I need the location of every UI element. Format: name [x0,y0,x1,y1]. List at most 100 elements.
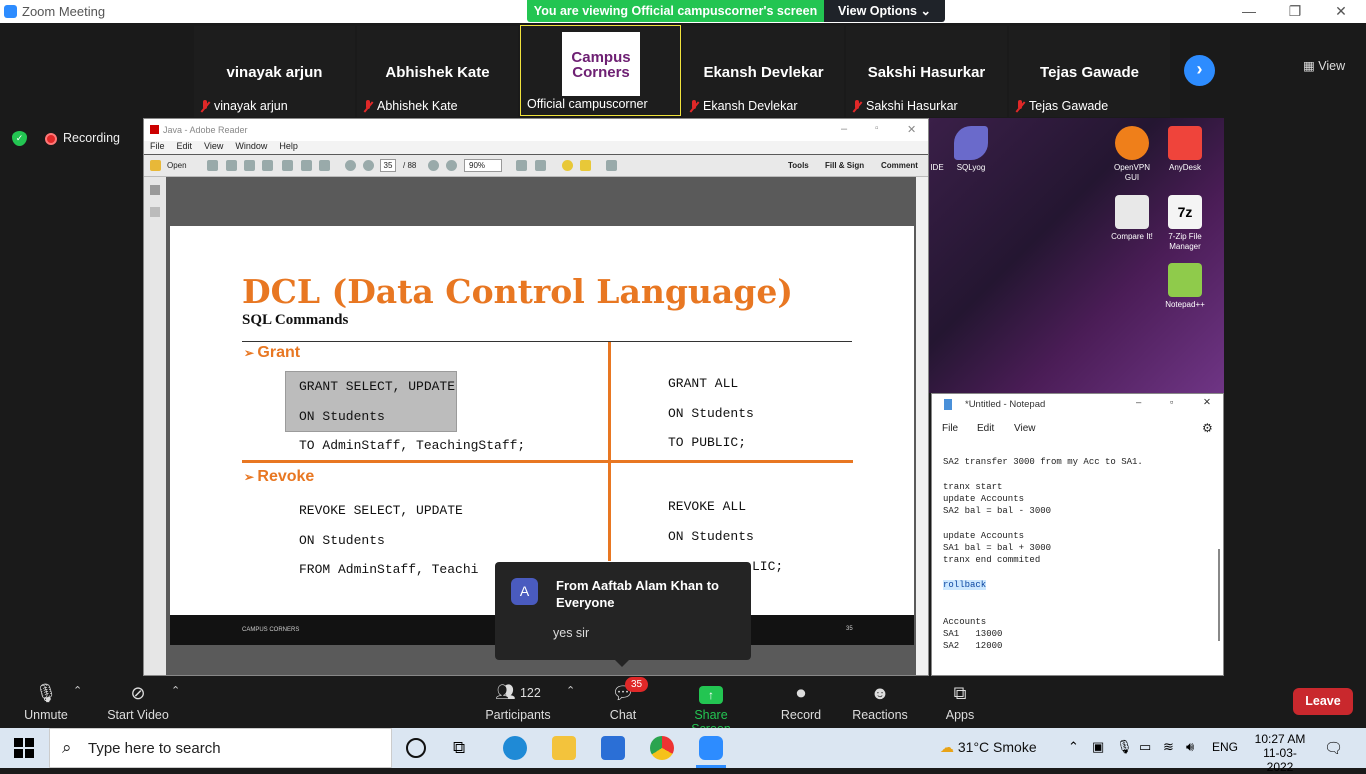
leave-button[interactable]: Leave [1293,688,1353,715]
adobe-title-bar: Java - Adobe Reader – ▫ ✕ [144,119,928,141]
tools-tab[interactable]: Tools [788,161,809,170]
view-button[interactable]: ▦ View [1303,58,1345,73]
reactions-label: Reactions [852,708,908,722]
battery-icon[interactable]: ▭ [1139,739,1151,755]
tray-chevron-icon[interactable]: ⌃ [1068,739,1079,755]
prev-page-icon[interactable] [345,160,356,171]
notepad-minimize-button[interactable]: – [1136,397,1141,408]
language-indicator[interactable]: ENG [1212,740,1238,754]
edge-icon[interactable] [503,736,527,760]
notepad-maximize-button[interactable]: ▫ [1170,397,1173,408]
open-button[interactable]: Open [167,161,187,170]
volume-icon[interactable]: 🔊︎ [1186,739,1194,755]
zoom-out-icon[interactable] [428,160,439,171]
file-explorer-icon[interactable] [552,736,576,760]
edit-icon[interactable] [244,160,255,171]
desktop-icon-7zip[interactable]: 7z 7-Zip File Manager [1160,195,1210,252]
chrome-icon[interactable] [650,736,674,760]
microphone-icon[interactable]: 🎙︎ [1116,739,1133,755]
notepad-menu-view[interactable]: View [1014,423,1036,434]
participant-tile-active-speaker[interactable]: Campus Corners Official campuscorner [520,25,681,116]
wifi-icon[interactable]: ≋ [1163,739,1174,755]
chat-notification-popup[interactable]: A From Aaftab Alam Khan to Everyone yes … [495,562,751,667]
menu-help[interactable]: Help [279,141,298,151]
mail-icon[interactable] [601,736,625,760]
weather-text[interactable]: 31°C Smoke [958,739,1037,755]
open-folder-icon[interactable] [150,160,161,171]
highlight-icon[interactable] [580,160,591,171]
page-number-input[interactable]: 35 [380,159,396,172]
desktop-icon-openvpn[interactable]: OpenVPN GUI [1107,126,1157,183]
menu-file[interactable]: File [150,141,165,151]
attachment-icon[interactable] [150,207,160,217]
desktop-icon-compareit[interactable]: Compare It! [1107,195,1157,242]
meet-now-icon[interactable]: ▣ [1092,739,1104,755]
weather-icon[interactable]: ☁ [940,739,954,755]
zoom-in-icon[interactable] [446,160,457,171]
participant-tile[interactable]: vinayak arjun vinayak arjun [194,26,355,117]
participants-chevron-icon[interactable]: ⌃ [566,684,575,697]
save-icon[interactable] [282,160,293,171]
unmute-button[interactable]: 🎙︎ Unmute [22,682,70,722]
fit-page-icon[interactable] [516,160,527,171]
video-options-chevron-icon[interactable]: ⌃ [171,684,180,697]
notepad-scrollbar[interactable] [1218,549,1220,641]
next-page-arrow-icon[interactable]: › [1184,55,1215,86]
record-button[interactable]: ⏺ Record [779,682,823,722]
pages-icon[interactable] [150,185,160,195]
create-icon[interactable] [207,160,218,171]
view-options-button[interactable]: View Options ⌄ [824,0,945,22]
participants-button[interactable]: 👥︎ 122 Participants [485,682,551,722]
adobe-close-button[interactable]: ✕ [907,123,916,136]
adobe-maximize-button[interactable]: ▫ [875,123,879,134]
participant-tile[interactable]: Tejas Gawade Tejas Gawade [1009,26,1170,117]
fill-sign-tab[interactable]: Fill & Sign [825,161,864,170]
settings-gear-icon[interactable]: ⚙ [1202,421,1213,435]
pdf-slide: DCL (Data Control Language) SQL Commands… [170,226,914,615]
recording-label[interactable]: Recording [63,131,120,145]
adobe-minimize-button[interactable]: – [841,123,847,135]
notepad-text-area[interactable]: SA2 transfer 3000 from my Acc to SA1. tr… [943,456,1143,653]
comment-tab[interactable]: Comment [881,161,918,170]
windows-start-icon[interactable] [14,738,34,758]
maximize-button[interactable]: ❐ [1272,2,1318,22]
print-icon[interactable] [301,160,312,171]
minimize-button[interactable]: — [1226,2,1272,22]
close-button[interactable]: ✕ [1318,2,1364,22]
taskbar-search-box[interactable]: ⌕ Type here to search [49,728,392,768]
desktop-icon-anydesk[interactable]: AnyDesk [1160,126,1210,173]
desktop-icon-sqlyog[interactable]: SQLyog [946,126,996,173]
task-view-icon[interactable]: ⧉ [453,738,465,758]
notepad-menu-edit[interactable]: Edit [977,423,994,434]
export-icon[interactable] [226,160,237,171]
comment-bubble-icon[interactable] [562,160,573,171]
notification-icon[interactable]: 🗨︎ [1324,739,1343,757]
participant-tile[interactable]: Abhishek Kate Abhishek Kate [357,26,518,117]
notepad-close-button[interactable]: ✕ [1203,397,1211,408]
reactions-button[interactable]: ☻ Reactions [852,682,908,722]
audio-options-chevron-icon[interactable]: ⌃ [73,684,82,697]
desktop-icon-label: Notepad++ [1165,300,1205,309]
notepad-text-after: Accounts SA1 13000 SA2 12000 [943,616,1003,652]
apps-button[interactable]: ⧉ Apps [942,682,978,722]
system-tray: ☁ 31°C Smoke [940,739,1170,756]
expand-icon[interactable] [606,160,617,171]
participant-tile[interactable]: Sakshi Hasurkar Sakshi Hasurkar [846,26,1007,117]
meeting-controls: 🎙︎ Unmute ⌃ ⊘ Start Video ⌃ 👥︎ 122 Parti… [0,676,1366,736]
fit-width-icon[interactable] [535,160,546,171]
next-page-icon[interactable] [363,160,374,171]
zoom-taskbar-icon[interactable] [699,736,723,760]
adobe-scrollbar[interactable] [916,177,928,675]
notepad-menu-file[interactable]: File [942,423,958,434]
menu-view[interactable]: View [204,141,223,151]
desktop-icon-notepadpp[interactable]: Notepad++ [1160,263,1210,310]
email-icon[interactable] [319,160,330,171]
cloud-icon[interactable] [262,160,273,171]
security-shield-icon[interactable]: ✓ [12,131,27,146]
zoom-select[interactable]: 90% [464,159,502,172]
participant-tile[interactable]: Ekansh Devlekar Ekansh Devlekar [683,26,844,117]
cortana-icon[interactable] [406,738,426,758]
menu-edit[interactable]: Edit [177,141,193,151]
start-video-button[interactable]: ⊘ Start Video [106,682,170,722]
menu-window[interactable]: Window [235,141,267,151]
